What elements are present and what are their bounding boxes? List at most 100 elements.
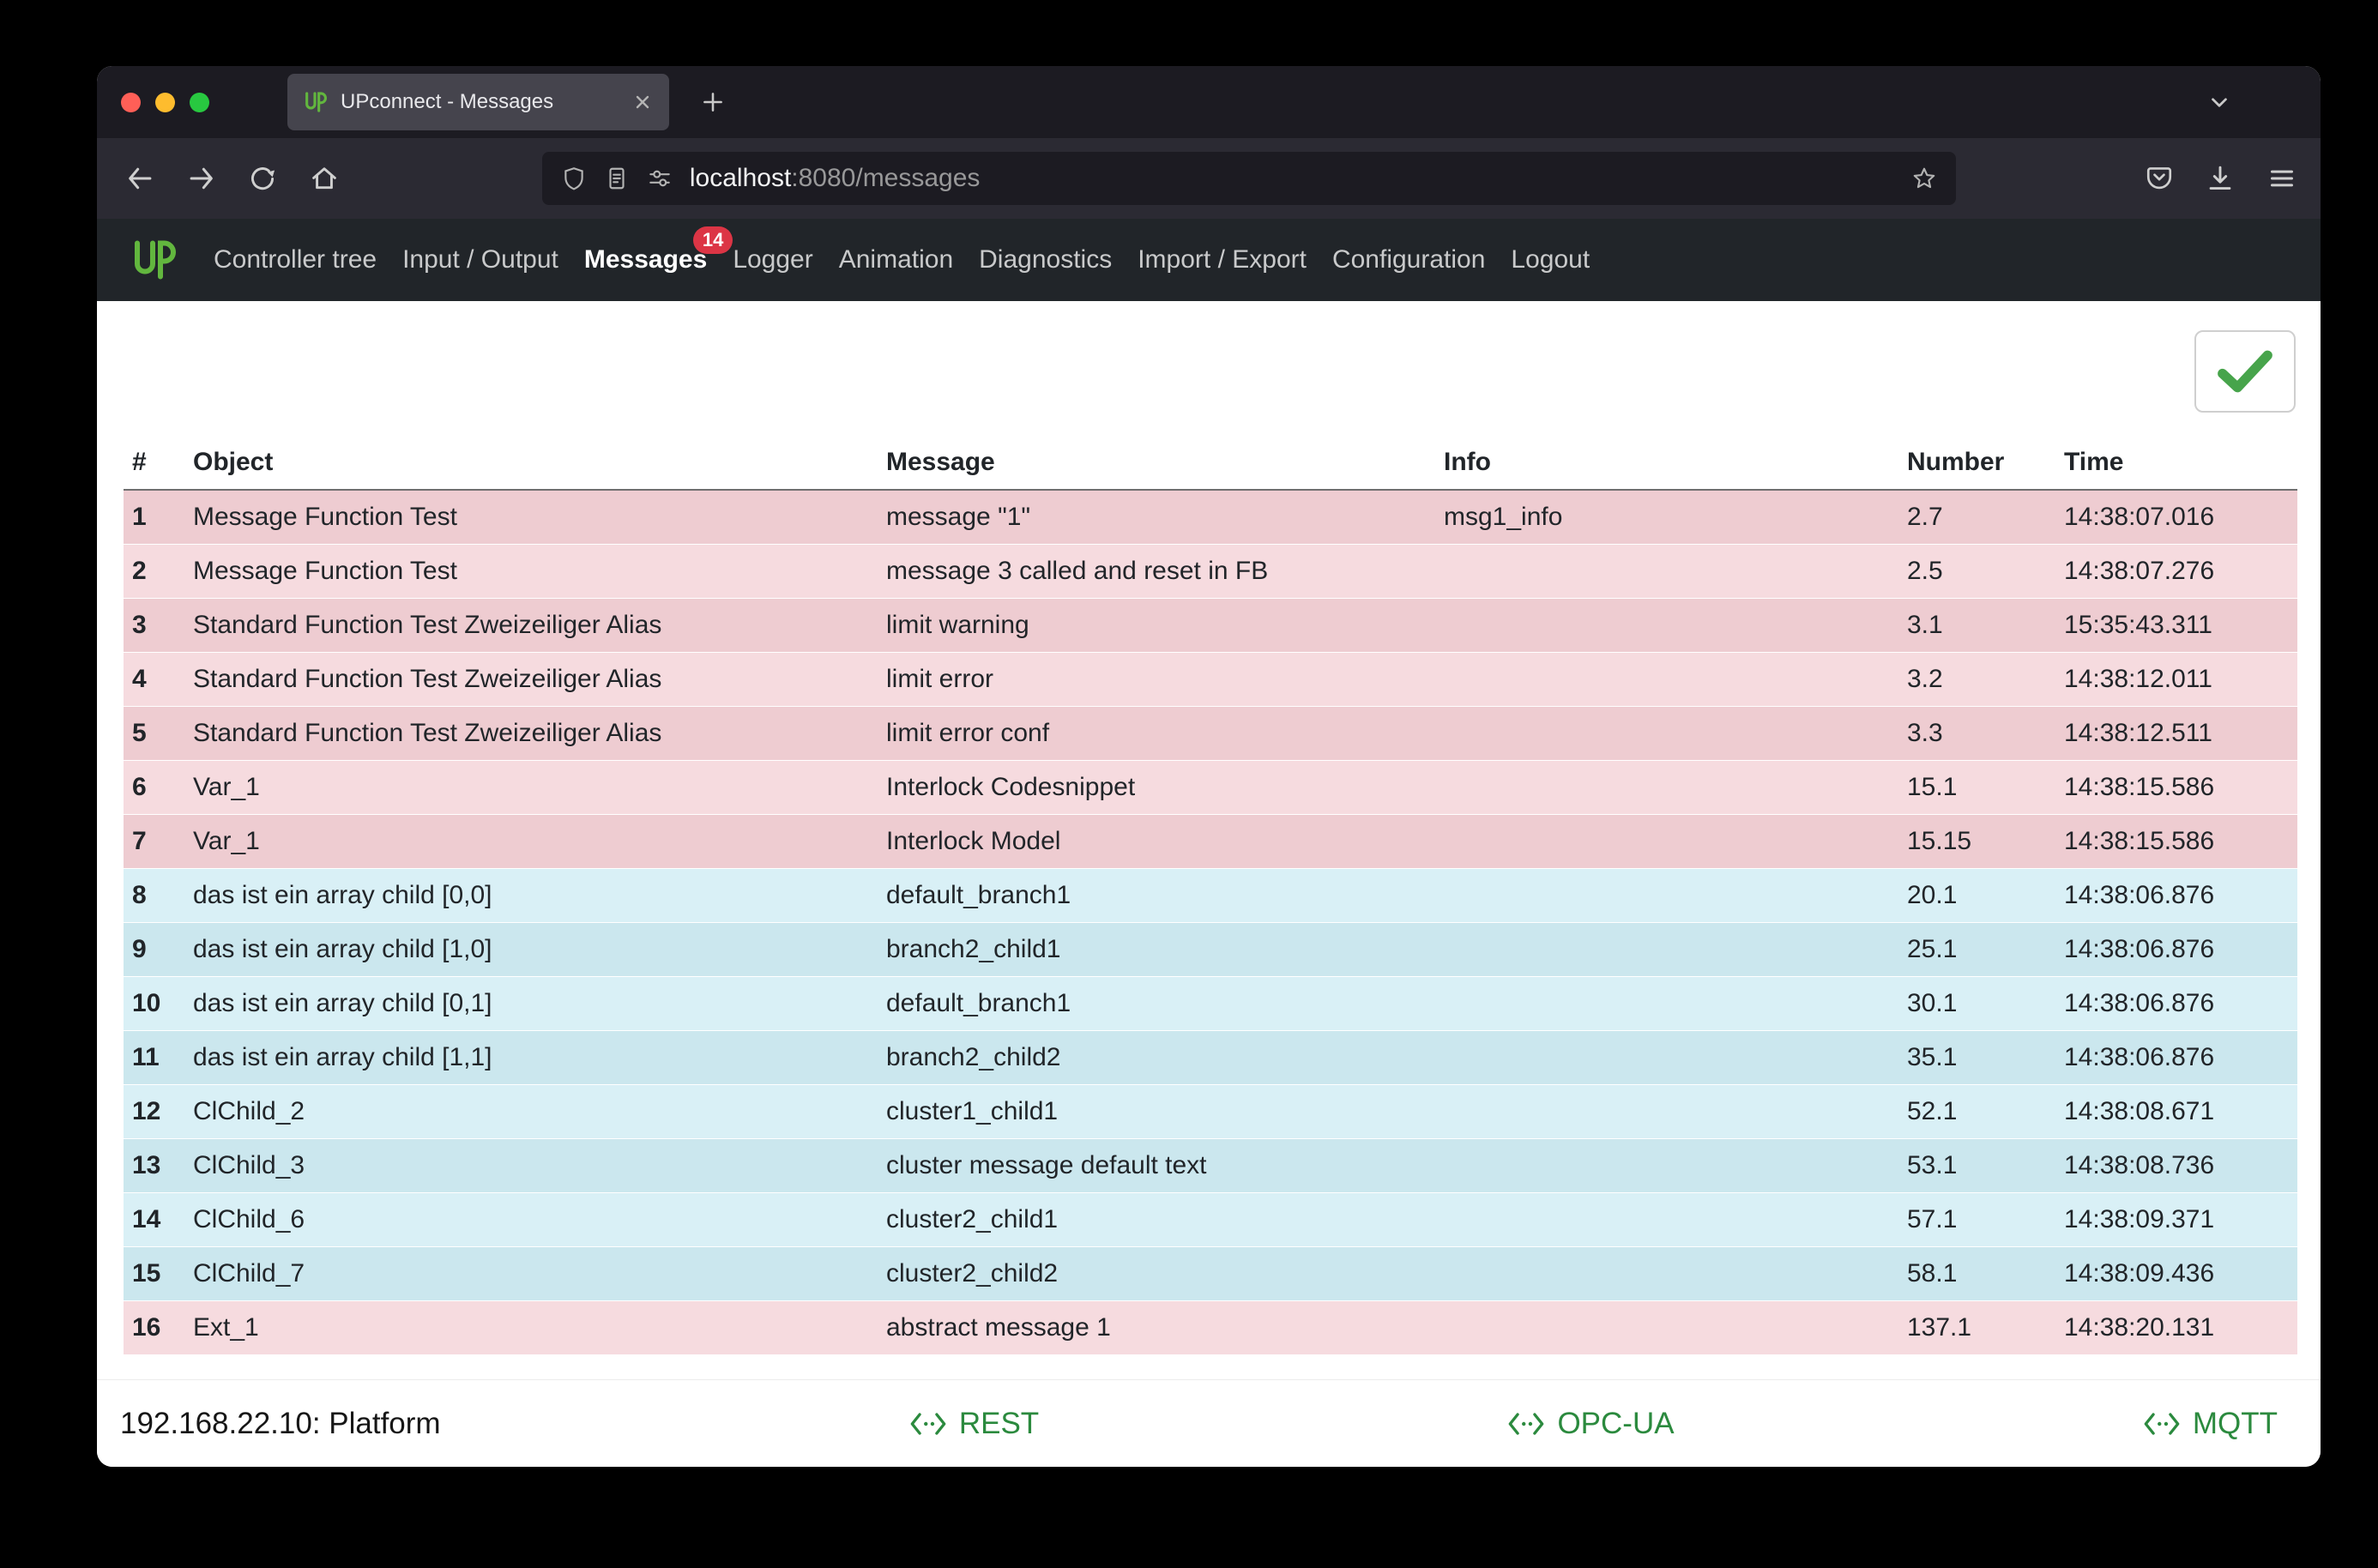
nav-item-controller-tree[interactable]: Controller tree bbox=[214, 245, 377, 274]
message-row-7[interactable]: 7Var_1Interlock Model15.1514:38:15.586 bbox=[124, 814, 2297, 868]
cell-info bbox=[1444, 1030, 1907, 1084]
pocket-icon[interactable] bbox=[2135, 154, 2183, 202]
browser-window: UPconnect - Messages bbox=[97, 66, 2321, 1467]
cell-num: 13 bbox=[124, 1138, 193, 1192]
nav-item-messages[interactable]: Messages 14 bbox=[584, 245, 707, 274]
column-header-time: Time bbox=[2064, 435, 2297, 490]
reload-button[interactable] bbox=[238, 154, 287, 202]
message-row-3[interactable]: 3Standard Function Test Zweizeiliger Ali… bbox=[124, 598, 2297, 652]
cell-time: 14:38:09.436 bbox=[2064, 1246, 2297, 1300]
message-row-2[interactable]: 2Message Function Testmessage 3 called a… bbox=[124, 544, 2297, 598]
message-row-9[interactable]: 9das ist ein array child [1,0]branch2_ch… bbox=[124, 922, 2297, 976]
message-row-14[interactable]: 14ClChild_6cluster2_child157.114:38:09.3… bbox=[124, 1192, 2297, 1246]
message-row-8[interactable]: 8das ist ein array child [0,0]default_br… bbox=[124, 868, 2297, 922]
nav-item-logger[interactable]: Logger bbox=[733, 245, 812, 274]
url-bar[interactable]: localhost:8080/messages bbox=[542, 152, 1956, 205]
footer-link-rest[interactable]: REST bbox=[909, 1407, 1039, 1441]
footer-link-mqtt[interactable]: MQTT bbox=[2143, 1407, 2278, 1441]
acknowledge-button[interactable] bbox=[2194, 330, 2296, 413]
cell-object: ClChild_7 bbox=[193, 1246, 886, 1300]
cell-time: 14:38:06.876 bbox=[2064, 1030, 2297, 1084]
page-info-icon[interactable] bbox=[604, 166, 630, 191]
cell-info: msg1_info bbox=[1444, 490, 1907, 544]
cell-object: das ist ein array child [0,0] bbox=[193, 868, 886, 922]
cell-message: branch2_child1 bbox=[886, 922, 1444, 976]
downloads-icon[interactable] bbox=[2197, 154, 2245, 202]
cell-info bbox=[1444, 976, 1907, 1030]
message-row-12[interactable]: 12ClChild_2cluster1_child152.114:38:08.6… bbox=[124, 1084, 2297, 1138]
cell-message: cluster2_child2 bbox=[886, 1246, 1444, 1300]
nav-label: Logger bbox=[733, 245, 812, 274]
tracking-protection-shield-icon[interactable] bbox=[561, 166, 587, 191]
app-navbar: Controller tree Input / Output Messages … bbox=[97, 219, 2321, 301]
bookmark-star-icon[interactable] bbox=[1911, 166, 1937, 191]
message-row-6[interactable]: 6Var_1Interlock Codesnippet15.114:38:15.… bbox=[124, 760, 2297, 814]
cell-object: ClChild_2 bbox=[193, 1084, 886, 1138]
zoom-window-button[interactable] bbox=[190, 93, 209, 112]
nav-label: Animation bbox=[839, 245, 953, 274]
message-row-5[interactable]: 5Standard Function Test Zweizeiliger Ali… bbox=[124, 706, 2297, 760]
message-row-10[interactable]: 10das ist ein array child [0,1]default_b… bbox=[124, 976, 2297, 1030]
cell-info bbox=[1444, 652, 1907, 706]
cell-num: 3 bbox=[124, 598, 193, 652]
address-text[interactable]: localhost:8080/messages bbox=[690, 164, 981, 193]
nav-item-diagnostics[interactable]: Diagnostics bbox=[979, 245, 1112, 274]
cell-object: Var_1 bbox=[193, 814, 886, 868]
cell-time: 14:38:06.876 bbox=[2064, 976, 2297, 1030]
nav-item-import-export[interactable]: Import / Export bbox=[1138, 245, 1307, 274]
close-window-button[interactable] bbox=[121, 93, 141, 112]
cell-time: 14:38:15.586 bbox=[2064, 760, 2297, 814]
cell-info bbox=[1444, 706, 1907, 760]
message-row-4[interactable]: 4Standard Function Test Zweizeiliger Ali… bbox=[124, 652, 2297, 706]
cell-message: branch2_child2 bbox=[886, 1030, 1444, 1084]
cell-time: 14:38:08.671 bbox=[2064, 1084, 2297, 1138]
cell-number: 35.1 bbox=[1907, 1030, 2064, 1084]
message-row-13[interactable]: 13ClChild_3cluster message default text5… bbox=[124, 1138, 2297, 1192]
cell-object: ClChild_3 bbox=[193, 1138, 886, 1192]
table-header-row: # Object Message Info Number Time bbox=[124, 435, 2297, 490]
cell-num: 1 bbox=[124, 490, 193, 544]
cell-time: 15:35:43.311 bbox=[2064, 598, 2297, 652]
new-tab-button[interactable] bbox=[690, 79, 736, 125]
message-row-11[interactable]: 11das ist ein array child [1,1]branch2_c… bbox=[124, 1030, 2297, 1084]
nav-item-input-output[interactable]: Input / Output bbox=[402, 245, 558, 274]
platform-address-label: 192.168.22.10: Platform bbox=[120, 1407, 441, 1441]
url-path: :8080/messages bbox=[791, 164, 980, 192]
cell-info bbox=[1444, 922, 1907, 976]
message-row-1[interactable]: 1Message Function Testmessage "1"msg1_in… bbox=[124, 490, 2297, 544]
cell-info bbox=[1444, 1300, 1907, 1354]
cell-message: Interlock Codesnippet bbox=[886, 760, 1444, 814]
back-button[interactable] bbox=[116, 154, 164, 202]
cell-object: ClChild_6 bbox=[193, 1192, 886, 1246]
message-row-16[interactable]: 16Ext_1abstract message 1137.114:38:20.1… bbox=[124, 1300, 2297, 1354]
messages-table: # Object Message Info Number Time 1Messa… bbox=[124, 435, 2297, 1355]
nav-item-configuration[interactable]: Configuration bbox=[1332, 245, 1485, 274]
cell-message: cluster1_child1 bbox=[886, 1084, 1444, 1138]
cell-num: 14 bbox=[124, 1192, 193, 1246]
cell-object: Standard Function Test Zweizeiliger Alia… bbox=[193, 652, 886, 706]
footer-link-opc-ua[interactable]: OPC-UA bbox=[1507, 1407, 1674, 1441]
nav-item-animation[interactable]: Animation bbox=[839, 245, 953, 274]
cell-num: 6 bbox=[124, 760, 193, 814]
nav-item-logout[interactable]: Logout bbox=[1511, 245, 1590, 274]
nav-label: Import / Export bbox=[1138, 245, 1307, 274]
upconnect-favicon bbox=[303, 90, 327, 114]
cell-message: limit error bbox=[886, 652, 1444, 706]
cell-time: 14:38:07.016 bbox=[2064, 490, 2297, 544]
site-permissions-icon[interactable] bbox=[647, 166, 673, 191]
cell-number: 30.1 bbox=[1907, 976, 2064, 1030]
cell-time: 14:38:06.876 bbox=[2064, 868, 2297, 922]
minimize-window-button[interactable] bbox=[155, 93, 175, 112]
cell-number: 52.1 bbox=[1907, 1084, 2064, 1138]
message-row-15[interactable]: 15ClChild_7cluster2_child258.114:38:09.4… bbox=[124, 1246, 2297, 1300]
home-button[interactable] bbox=[300, 154, 348, 202]
browser-tab[interactable]: UPconnect - Messages bbox=[287, 74, 669, 130]
forward-button[interactable] bbox=[178, 154, 226, 202]
cell-time: 14:38:20.131 bbox=[2064, 1300, 2297, 1354]
list-all-tabs-chevron-icon[interactable] bbox=[2195, 78, 2243, 126]
upconnect-logo[interactable] bbox=[130, 237, 176, 283]
close-tab-icon[interactable] bbox=[631, 91, 654, 113]
hamburger-menu-icon[interactable] bbox=[2258, 154, 2306, 202]
exchange-icon bbox=[1507, 1411, 1545, 1437]
cell-number: 2.7 bbox=[1907, 490, 2064, 544]
